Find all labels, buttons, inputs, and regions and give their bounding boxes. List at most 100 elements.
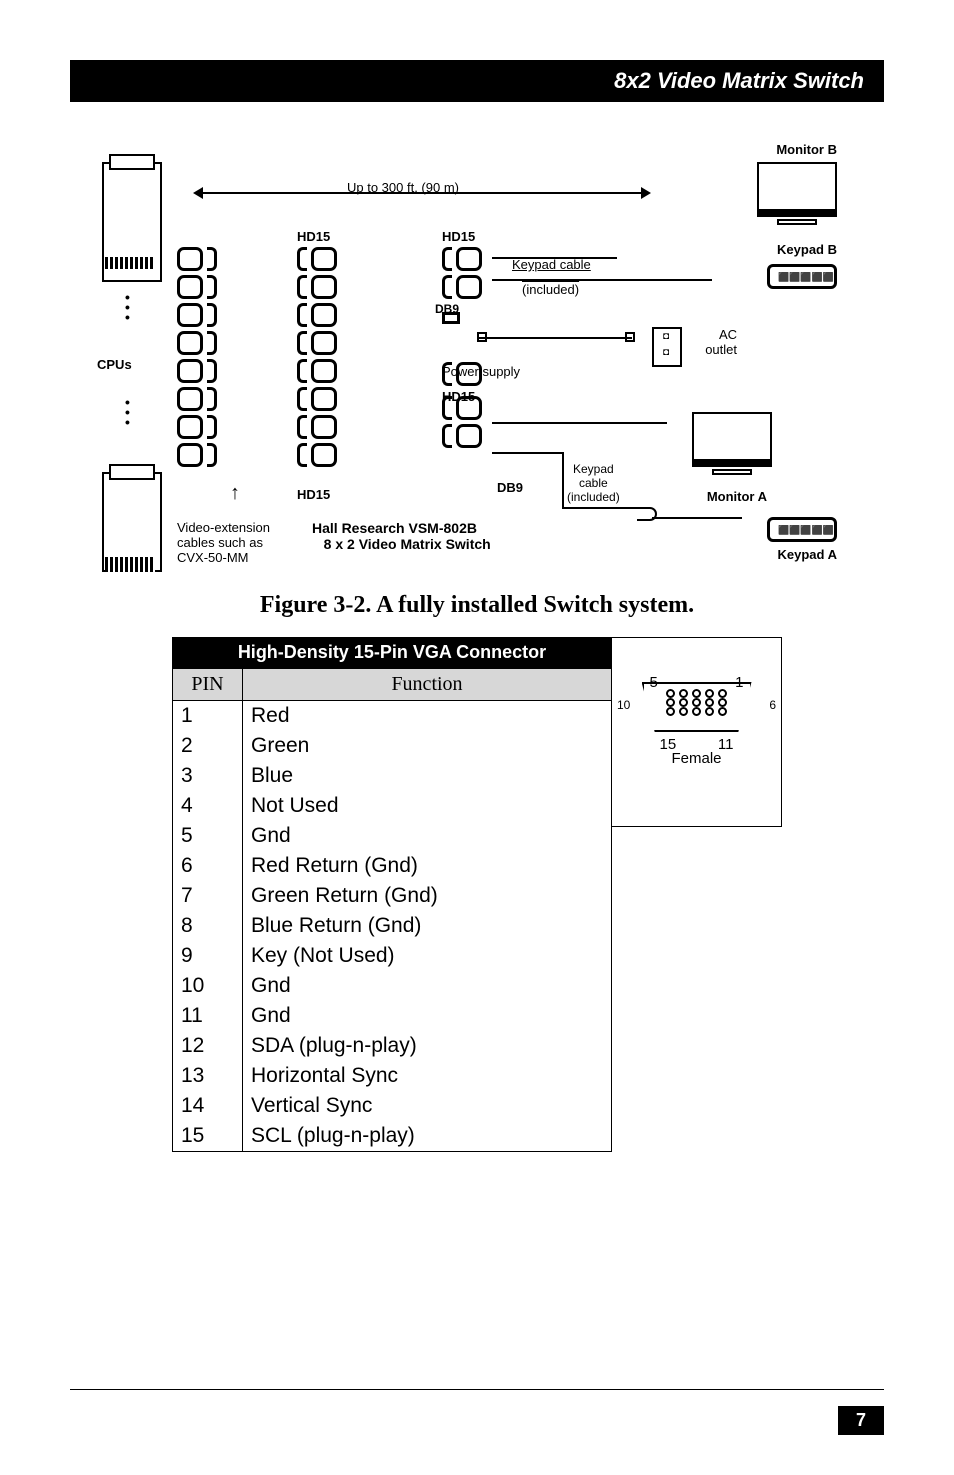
hd15-label: HD15 [297, 487, 330, 502]
footer-rule [70, 1389, 884, 1390]
barcode-icon [105, 257, 155, 269]
table-row: 6Red Return (Gnd) [173, 851, 612, 881]
hd15-label: HD15 [297, 229, 330, 244]
pin-cell: 11 [173, 1001, 243, 1031]
func-cell: Red [243, 701, 612, 732]
pin-cell: 4 [173, 791, 243, 821]
keypad-cable-label: Keypad cable [512, 257, 591, 272]
barcode-icon [105, 557, 155, 572]
figure-caption: Figure 3-2. A fully installed Switch sys… [70, 592, 884, 619]
line-icon [562, 452, 564, 507]
func-cell: SCL (plug-n-play) [243, 1121, 612, 1152]
func-cell: Blue Return (Gnd) [243, 911, 612, 941]
keypad-b-label: Keypad B [777, 242, 837, 257]
line-icon [562, 507, 637, 509]
plug-icon [625, 332, 635, 342]
text: Hall Research VSM-802B [312, 520, 477, 536]
func-cell: Vertical Sync [243, 1091, 612, 1121]
line-icon [652, 517, 742, 519]
col-pin-header: PIN [173, 669, 243, 701]
db9-label: DB9 [435, 302, 459, 316]
keypad-a-label: Keypad A [778, 547, 837, 562]
pin-cell: 1 [173, 701, 243, 732]
line-icon [492, 452, 562, 454]
input-ports-left [177, 247, 217, 471]
func-cell: Green [243, 731, 612, 761]
func-cell: Horizontal Sync [243, 1061, 612, 1091]
included-label: (included) [522, 282, 579, 297]
monitor-b-icon [757, 162, 837, 225]
ext-cable-label: Video-extension cables such as CVX-50-MM [177, 520, 270, 565]
col-func-header: Function [243, 669, 612, 701]
table-row: 2Green [173, 731, 612, 761]
installation-diagram: ••• CPUs ••• Up to 300 ft. (90 m) HD15 H… [97, 142, 857, 582]
func-cell: Gnd [243, 1001, 612, 1031]
cpus-label: CPUs [97, 357, 132, 372]
connector-gender: Female [612, 750, 781, 767]
pin-cell: 12 [173, 1031, 243, 1061]
line-icon [492, 422, 667, 424]
page-number: 7 [838, 1406, 884, 1435]
hd15-label: HD15 [442, 229, 475, 244]
table-row: 7Green Return (Gnd) [173, 881, 612, 911]
text: (included) [567, 490, 620, 504]
pin-cell: 14 [173, 1091, 243, 1121]
ac-label: AC [719, 327, 737, 342]
up-arrow-icon: ↑ [230, 482, 240, 505]
func-cell: Gnd [243, 821, 612, 851]
pinout-section: High-Density 15-Pin VGA Connector PIN Fu… [172, 637, 782, 1152]
page-header: 8x2 Video Matrix Switch [70, 60, 884, 102]
table-row: 1Red [173, 701, 612, 732]
output-ports [442, 247, 482, 452]
distance-label: Up to 300 ft. (90 m) [347, 180, 459, 195]
table-row: 11Gnd [173, 1001, 612, 1031]
pin-cell: 8 [173, 911, 243, 941]
pin-num: 15 [660, 736, 677, 753]
hd15-label: HD15 [442, 389, 475, 404]
pin-cell: 5 [173, 821, 243, 851]
monitor-b-label: Monitor B [776, 142, 837, 157]
pin-cell: 10 [173, 971, 243, 1001]
table-row: 14Vertical Sync [173, 1091, 612, 1121]
plug-icon [477, 332, 487, 342]
pin-num: 10 [617, 698, 630, 712]
table-row: 15SCL (plug-n-play) [173, 1121, 612, 1152]
table-header: High-Density 15-Pin VGA Connector [173, 637, 612, 669]
connector-shell-icon [642, 682, 752, 732]
line-icon [492, 279, 712, 281]
line-icon [492, 257, 617, 259]
text: CVX-50-MM [177, 550, 249, 565]
pin-cell: 2 [173, 731, 243, 761]
ac-outlet-icon [652, 327, 682, 367]
func-cell: Red Return (Gnd) [243, 851, 612, 881]
vga-pinout-table: High-Density 15-Pin VGA Connector PIN Fu… [172, 637, 612, 1152]
input-ports-right [297, 247, 337, 471]
pin-cell: 7 [173, 881, 243, 911]
table-row: 13Horizontal Sync [173, 1061, 612, 1091]
pin-cell: 13 [173, 1061, 243, 1091]
table-row: 12SDA (plug-n-play) [173, 1031, 612, 1061]
table-row: 10Gnd [173, 971, 612, 1001]
text: 8 x 2 Video Matrix Switch [324, 536, 491, 552]
line-icon [477, 337, 632, 339]
func-cell: Key (Not Used) [243, 941, 612, 971]
func-cell: Green Return (Gnd) [243, 881, 612, 911]
keypad-a-icon [767, 517, 837, 542]
device-label: Hall Research VSM-802B 8 x 2 Video Matri… [312, 520, 491, 552]
func-cell: Blue [243, 761, 612, 791]
ellipsis-icon: ••• [125, 397, 130, 427]
ellipsis-icon: ••• [125, 292, 130, 322]
table-row: 4Not Used [173, 791, 612, 821]
keypad-b-icon [767, 264, 837, 289]
db9-label: DB9 [497, 480, 523, 495]
outlet-label: outlet [705, 342, 737, 357]
text: Keypad [573, 462, 614, 476]
pin-num: 6 [769, 698, 776, 712]
table-row: 5Gnd [173, 821, 612, 851]
pin-cell: 6 [173, 851, 243, 881]
pin-num: 11 [718, 736, 734, 753]
func-cell: Not Used [243, 791, 612, 821]
power-supply-label: Power supply [442, 364, 520, 379]
monitor-a-label: Monitor A [707, 489, 767, 504]
table-row: 3Blue [173, 761, 612, 791]
